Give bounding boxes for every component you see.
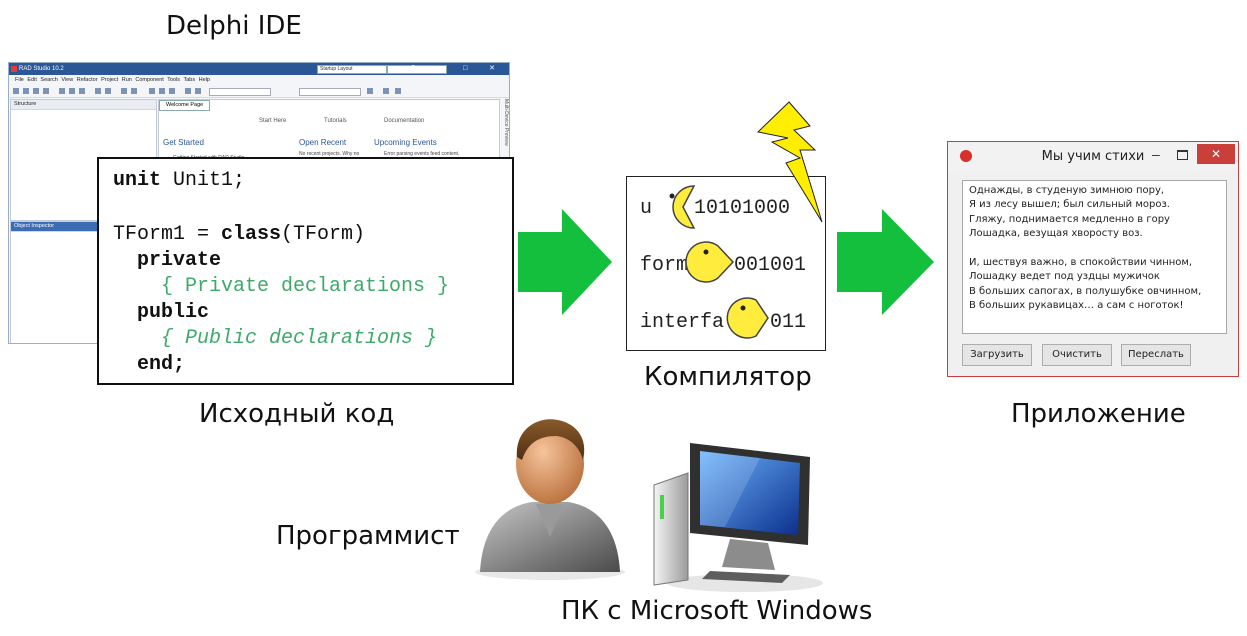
minimize-button[interactable]: – <box>1152 146 1160 162</box>
app-window: Мы учим стихи – ✕ Однажды, в студеную зи… <box>947 141 1239 377</box>
send-button[interactable]: Переслать <box>1121 344 1191 366</box>
app-title: Мы учим стихи <box>1041 149 1145 164</box>
pacman-icon <box>726 297 769 339</box>
programmer-icon <box>475 419 625 580</box>
pacman-eye-icon <box>669 193 675 199</box>
lightning-icon <box>756 101 823 223</box>
clear-button[interactable]: Очистить <box>1042 344 1112 366</box>
poem-memo[interactable]: Однажды, в студеную зимнюю пору, Я из ле… <box>962 180 1227 334</box>
computer-icon <box>653 443 823 592</box>
pacman-eye-icon <box>703 249 709 255</box>
maximize-button[interactable] <box>1177 150 1188 160</box>
pacman-icon <box>672 185 696 229</box>
app-titlebar: Мы учим стихи – ✕ <box>948 142 1238 171</box>
pacman-icon <box>685 241 735 283</box>
load-button[interactable]: Загрузить <box>962 344 1032 366</box>
close-button[interactable]: ✕ <box>1197 144 1235 164</box>
pacman-eye-icon <box>740 305 746 311</box>
